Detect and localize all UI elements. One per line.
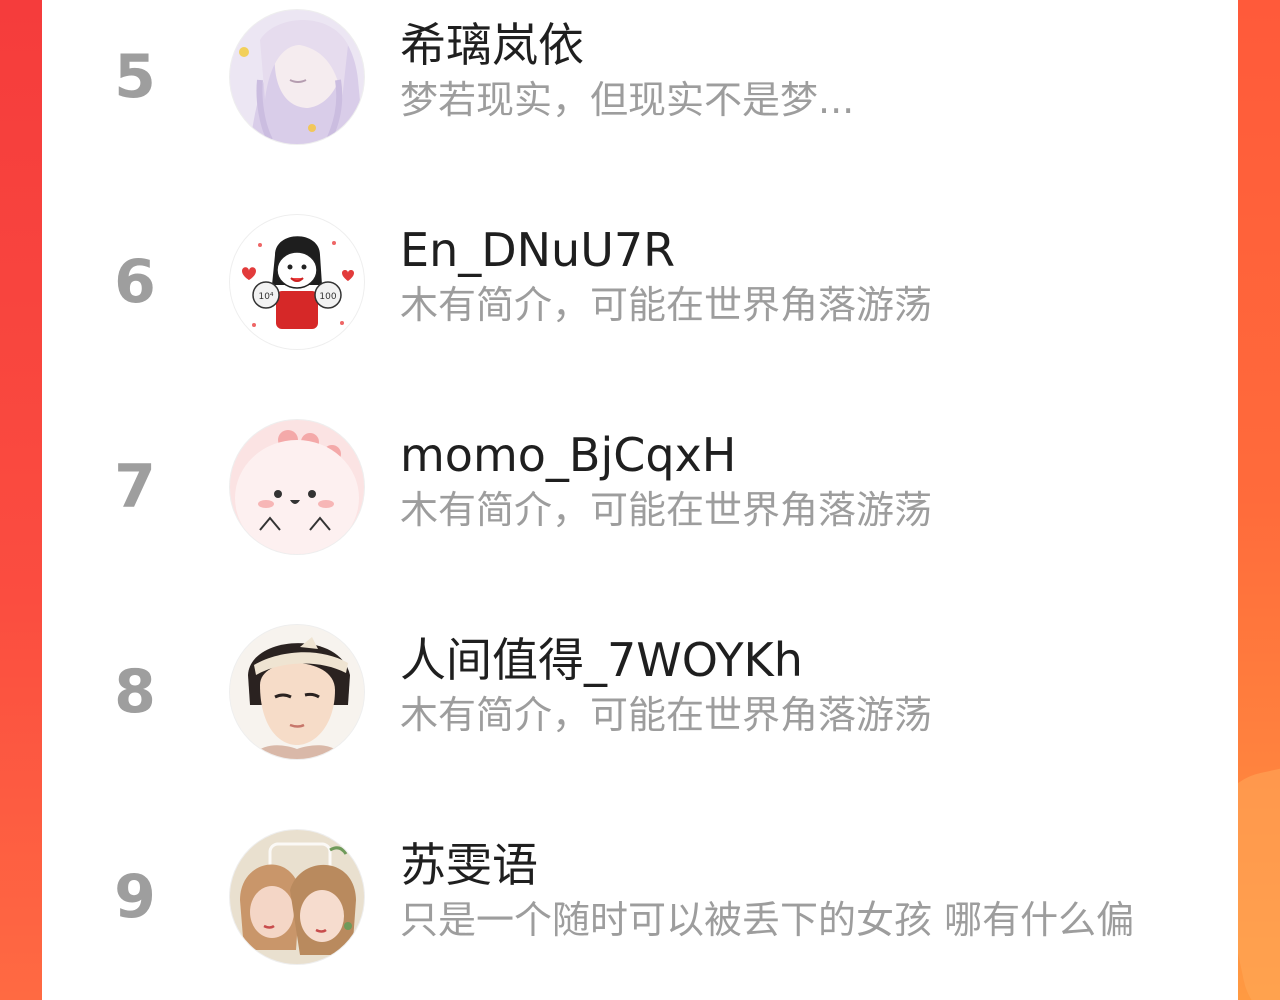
svg-text:10⁴: 10⁴ [258, 292, 273, 302]
background-swoosh [1238, 760, 1280, 1000]
cartoon-character-hearts-avatar-icon[interactable]: 10⁴ 100 [230, 215, 364, 349]
svg-text:100: 100 [319, 292, 336, 302]
user-name[interactable]: 希璃岚依 [400, 14, 584, 76]
user-bio: 木有简介，可能在世界角落游荡 [400, 283, 933, 327]
rank-number: 7 [114, 452, 156, 522]
rank-number: 6 [114, 247, 156, 317]
rank-number: 9 [114, 862, 156, 932]
illustrated-women-avatar-icon[interactable] [230, 830, 364, 964]
user-name[interactable]: En_DNuU7R [400, 219, 675, 281]
background-right-edge [1238, 0, 1280, 1000]
user-bio: 木有简介，可能在世界角落游荡 [400, 488, 933, 532]
rank-number: 5 [114, 42, 156, 112]
user-bio: 梦若现实，但现实不是梦... [400, 78, 855, 122]
user-name[interactable]: momo_BjCqxH [400, 424, 736, 486]
anime-boy-headband-avatar-icon[interactable] [230, 625, 364, 759]
ranking-list-item[interactable]: 5 希璃岚依 梦若现实，但现实不是梦... [42, 0, 1238, 205]
ranking-list-item[interactable]: 6 10⁴ 100 En_DNuU7R 木有简介，可能在世界角落游荡 [42, 205, 1238, 410]
pink-blob-face-avatar-icon[interactable] [230, 420, 364, 554]
user-name[interactable]: 苏雯语 [400, 834, 538, 896]
ranking-list-item[interactable]: 8 人间值得_7WOYKh 木有简介，可能在世界角落游荡 [42, 615, 1238, 820]
anime-girl-lavender-avatar-icon[interactable] [230, 10, 364, 144]
ranking-list-panel: 5 希璃岚依 梦若现实，但现实不是梦... 6 10⁴ 100 En_DNuU7… [42, 0, 1238, 1000]
background-left-edge [0, 0, 42, 1000]
ranking-list-item[interactable]: 9 苏雯语 只是一个随时可以被丢下的女孩 哪有什么偏 [42, 820, 1238, 1000]
user-name[interactable]: 人间值得_7WOYKh [400, 629, 803, 691]
user-bio: 木有简介，可能在世界角落游荡 [400, 693, 933, 737]
user-bio: 只是一个随时可以被丢下的女孩 哪有什么偏 [400, 898, 1135, 942]
rank-number: 8 [114, 657, 156, 727]
ranking-list-item[interactable]: 7 momo_BjCqxH 木有简介，可能在世界角落游荡 [42, 410, 1238, 615]
